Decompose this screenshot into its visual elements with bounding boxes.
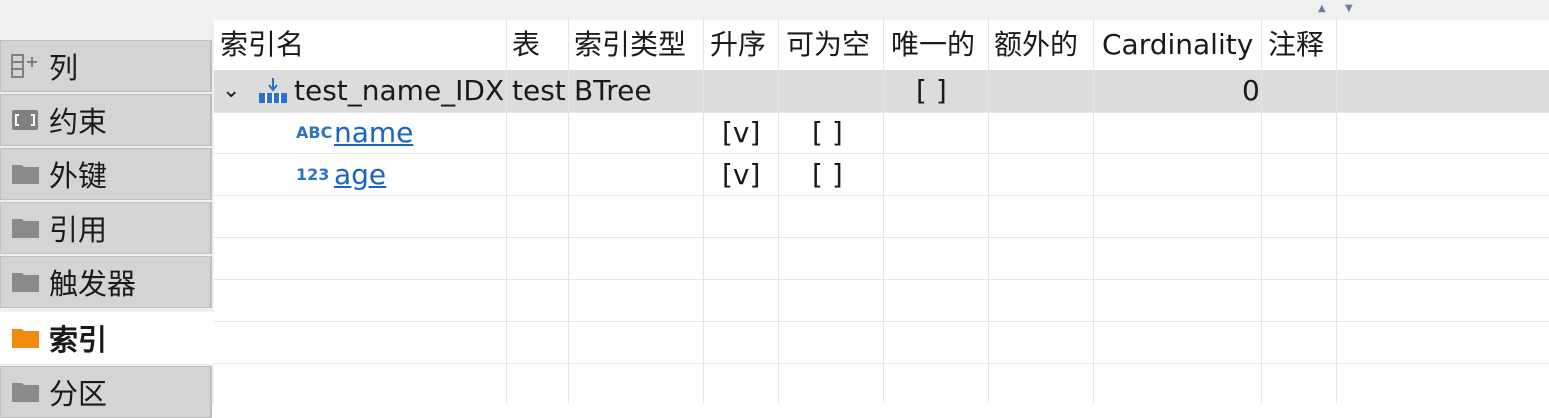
header-unique[interactable]: 唯一的 [891,20,975,70]
index-unique-cell[interactable]: [ ] [916,70,947,112]
index-column-link[interactable]: name [334,112,413,154]
index-name-cell[interactable]: test_name_IDX [294,70,504,112]
row-divider [214,153,1549,154]
column-nullable-cell[interactable]: [ ] [812,154,843,196]
tab-label: 触发器 [49,267,137,301]
column-divider [1261,20,1262,403]
column-nullable-cell[interactable]: [ ] [812,112,843,154]
folder-icon [11,325,41,351]
index-column-link[interactable]: age [334,154,386,196]
tab-foreign-keys[interactable]: 外键 [0,148,212,200]
column-asc-cell[interactable]: [v] [722,154,760,196]
row-divider [214,112,1549,113]
row-divider [214,279,1549,280]
chevron-down-icon[interactable]: ⌄ [222,70,240,112]
tab-label: 约束 [49,105,108,139]
tab-label: 外键 [49,159,108,193]
column-divider [1093,20,1094,403]
number-type-icon: 123 [296,165,330,184]
column-divider [778,20,779,403]
index-cardinality-cell[interactable]: 0 [1242,70,1260,112]
row-divider [214,237,1549,238]
index-type-cell[interactable]: BTree [574,70,652,112]
tab-label: 列 [49,51,79,85]
column-divider [703,20,704,403]
header-table[interactable]: 表 [512,20,540,70]
column-divider [988,20,989,403]
columns-icon [11,53,41,79]
tab-partitions[interactable]: 分区 [0,366,212,418]
header-ascending[interactable]: 升序 [710,20,766,70]
tab-label: 分区 [49,377,108,411]
tab-label: 索引 [49,323,108,357]
tab-indexes[interactable]: 索引 [0,312,214,364]
tab-label: 引用 [49,213,108,247]
column-divider [568,20,569,403]
row-divider [214,321,1549,322]
folder-icon [11,215,41,241]
column-divider [883,20,884,403]
tab-triggers[interactable]: 触发器 [0,256,212,308]
string-type-icon: ABC [296,123,333,142]
index-table: 索引名 表 索引类型 升序 可为空 唯一的 额外的 Cardinality 注释… [214,20,1549,403]
header-index-name[interactable]: 索引名 [220,20,304,70]
tab-references[interactable]: 引用 [0,202,212,254]
column-divider [1336,20,1337,403]
index-table-cell[interactable]: test [512,70,566,112]
sidebar: 列 约束 外键 引用 触发器 索引 分区 [0,20,214,418]
header-extra[interactable]: 额外的 [994,20,1078,70]
tab-columns[interactable]: 列 [0,40,212,92]
folder-icon [11,161,41,187]
index-icon [258,70,288,112]
top-strip: ▲ ▼ [0,0,1549,20]
row-divider [214,195,1549,196]
sort-up-icon[interactable]: ▲ [1318,4,1326,14]
column-divider [506,20,507,403]
header-cardinality[interactable]: Cardinality [1102,20,1253,70]
folder-icon [11,269,41,295]
tab-constraints[interactable]: 约束 [0,94,212,146]
column-asc-cell[interactable]: [v] [722,112,760,154]
sort-down-icon[interactable]: ▼ [1345,4,1353,14]
row-divider [214,363,1549,364]
header-comment[interactable]: 注释 [1268,20,1324,70]
constraint-icon [11,107,41,133]
header-nullable[interactable]: 可为空 [786,20,870,70]
folder-icon [11,379,41,405]
header-index-type[interactable]: 索引类型 [574,20,686,70]
